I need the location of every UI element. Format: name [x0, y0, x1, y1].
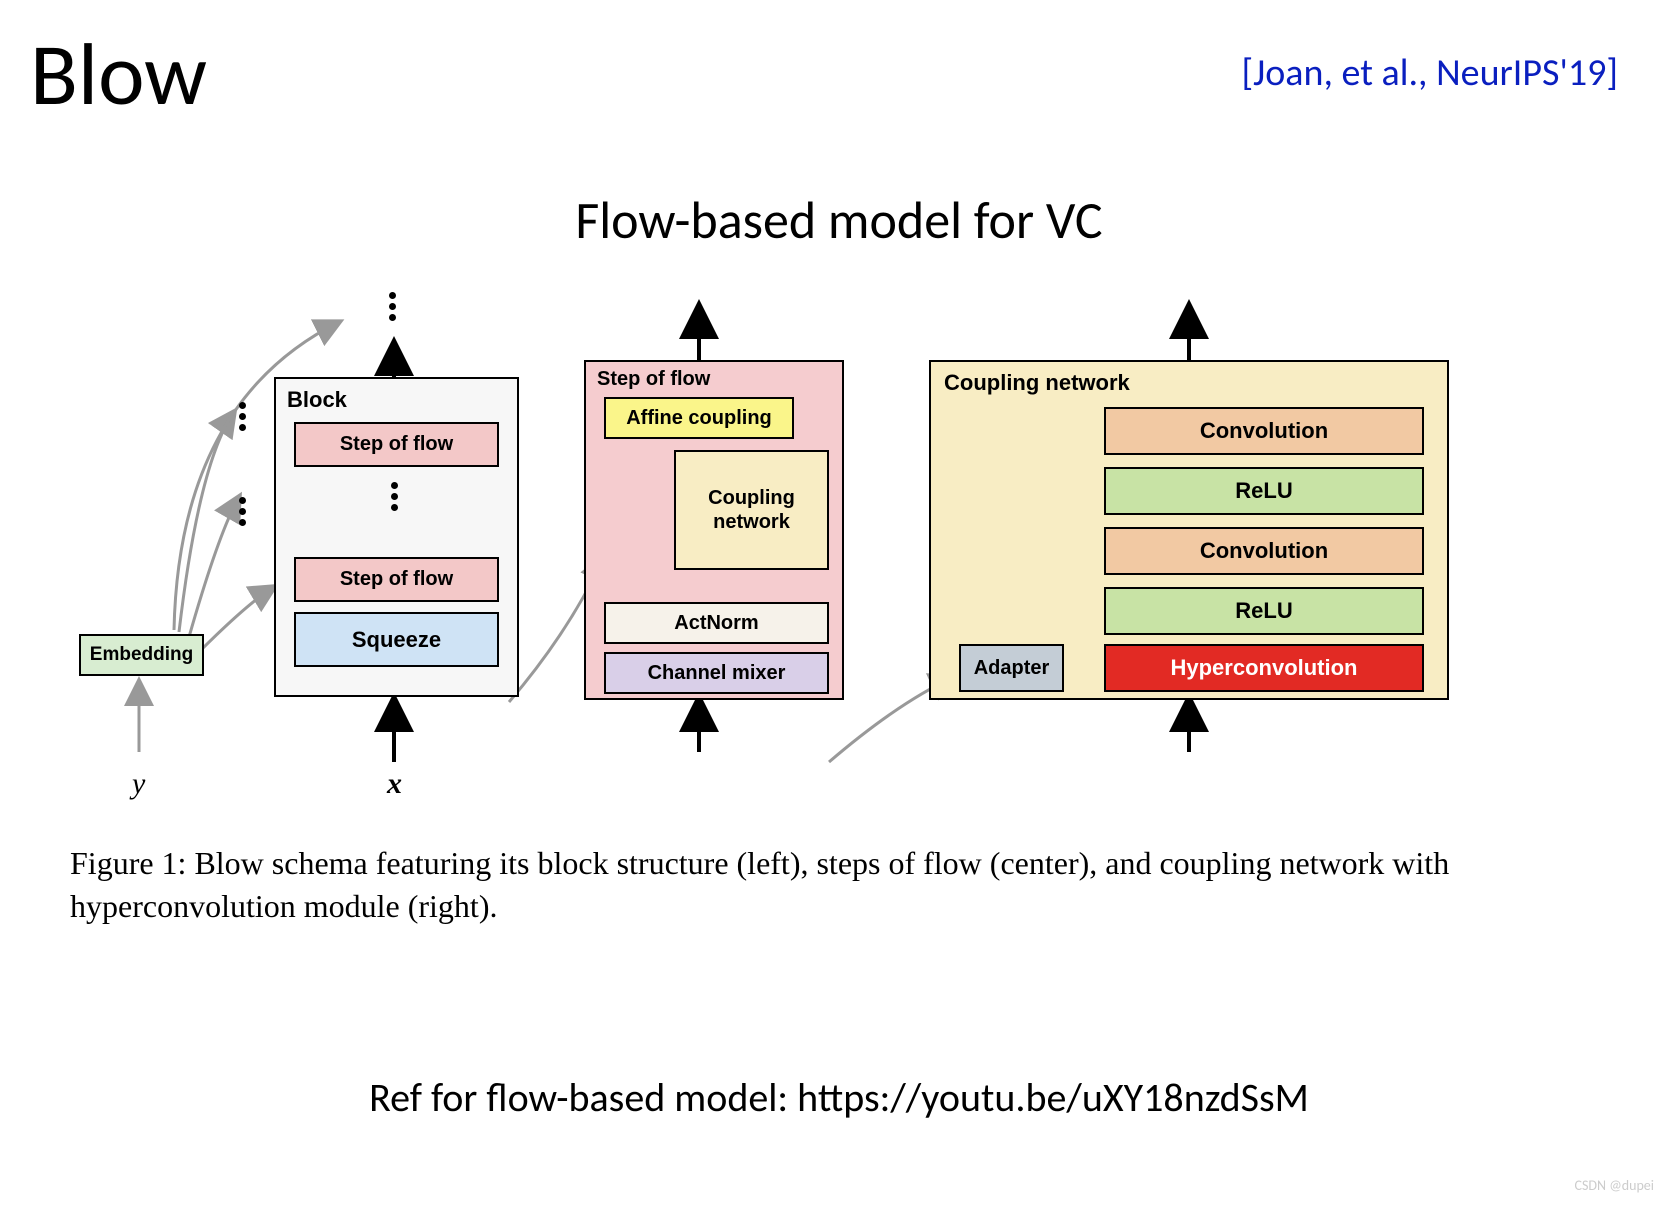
- conv-label: Convolution: [1200, 538, 1328, 564]
- block-title: Block: [287, 387, 347, 413]
- coupling-label: Coupling network: [676, 486, 827, 534]
- step-label: Step of flow: [340, 433, 453, 456]
- coupling-network-box: Coupling network: [674, 450, 829, 570]
- hyperconvolution-box: Hyperconvolution: [1104, 644, 1424, 692]
- slide-title: Blow: [30, 20, 207, 128]
- figure-caption: Figure 1: Blow schema featuring its bloc…: [0, 812, 1678, 928]
- ellipsis-icon: [389, 292, 396, 321]
- adapter-box: Adapter: [959, 644, 1064, 692]
- citation: [Joan, et al., NeurIPS'19]: [1241, 50, 1618, 96]
- actnorm-box: ActNorm: [604, 602, 829, 644]
- hyper-label: Hyperconvolution: [1170, 655, 1357, 681]
- relu-box: ReLU: [1104, 467, 1424, 515]
- squeeze-box: Squeeze: [294, 612, 499, 667]
- step-label: Step of flow: [340, 568, 453, 591]
- conv-label: Convolution: [1200, 418, 1328, 444]
- step-of-flow-box: Step of flow: [294, 422, 499, 467]
- step-of-flow-title: Step of flow: [597, 368, 710, 391]
- y-label: y: [132, 767, 145, 801]
- affine-coupling-box: Affine coupling: [604, 397, 794, 439]
- ellipsis-icon: [239, 497, 246, 526]
- squeeze-label: Squeeze: [352, 627, 441, 653]
- channel-mixer-box: Channel mixer: [604, 652, 829, 694]
- embedding-label: Embedding: [90, 644, 193, 666]
- relu-box: ReLU: [1104, 587, 1424, 635]
- mixer-label: Channel mixer: [648, 662, 786, 685]
- figure-diagram: Embedding Block Step of flow Step of flo…: [59, 282, 1619, 812]
- ellipsis-icon: [391, 482, 398, 511]
- relu-label: ReLU: [1235, 598, 1292, 624]
- reference-line: Ref for flow-based model: https://youtu.…: [0, 1073, 1678, 1122]
- adapter-label: Adapter: [974, 657, 1050, 680]
- step-of-flow-box: Step of flow: [294, 557, 499, 602]
- ellipsis-icon: [239, 402, 246, 431]
- watermark: CSDN @dupei: [1575, 1177, 1654, 1194]
- embedding-box: Embedding: [79, 634, 204, 676]
- x-label: x: [387, 767, 402, 801]
- convolution-box: Convolution: [1104, 407, 1424, 455]
- affine-label: Affine coupling: [626, 407, 772, 430]
- actnorm-label: ActNorm: [674, 612, 758, 635]
- coupling-network-title: Coupling network: [944, 370, 1130, 396]
- relu-label: ReLU: [1235, 478, 1292, 504]
- slide-subtitle: Flow-based model for VC: [0, 188, 1678, 252]
- slide-header: Blow [Joan, et al., NeurIPS'19]: [0, 0, 1678, 138]
- convolution-box: Convolution: [1104, 527, 1424, 575]
